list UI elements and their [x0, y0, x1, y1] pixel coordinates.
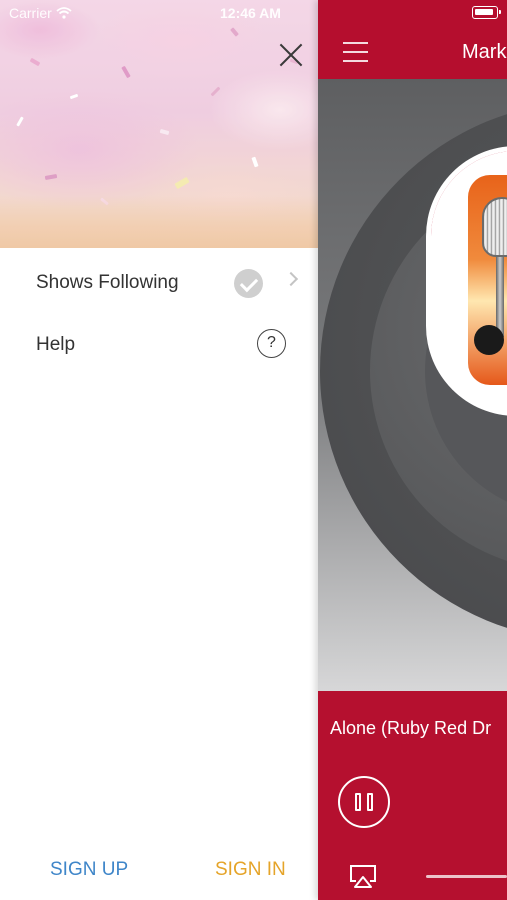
hamburger-menu-icon[interactable] — [343, 42, 368, 62]
navigation-drawer: Carrier 12:46 AM Shows Following Help ? … — [0, 0, 318, 900]
now-playing-title: Alone (Ruby Red Dr — [330, 718, 492, 738]
sign-in-button[interactable]: SIGN IN — [215, 859, 286, 881]
drawer-header-image: Carrier 12:46 AM — [0, 0, 318, 248]
close-icon[interactable] — [276, 40, 306, 70]
battery-icon — [472, 6, 501, 19]
album-art — [468, 175, 507, 385]
wifi-icon — [56, 7, 72, 19]
question-circle-icon: ? — [257, 329, 286, 358]
airplay-icon[interactable] — [348, 864, 378, 888]
volume-slider[interactable] — [426, 875, 507, 878]
player-screen: Mark Alone (Ruby Red Dr — [318, 0, 507, 900]
player-topbar: Mark — [318, 0, 507, 79]
status-carrier: Carrier — [9, 5, 72, 21]
check-circle-icon — [234, 269, 263, 298]
menu-item-label: Shows Following — [36, 272, 179, 293]
player-controls: Alone (Ruby Red Dr — [318, 691, 507, 900]
sign-up-button[interactable]: SIGN UP — [50, 859, 128, 881]
microphone-icon — [482, 197, 507, 257]
chevron-right-icon — [283, 271, 299, 287]
pause-button[interactable] — [338, 776, 390, 828]
page-title: Mark — [462, 41, 507, 63]
menu-item-shows-following[interactable]: Shows Following — [0, 256, 318, 312]
menu-item-help[interactable]: Help ? — [0, 316, 318, 372]
menu-item-label: Help — [36, 334, 76, 355]
status-time: 12:46 AM — [220, 5, 281, 21]
